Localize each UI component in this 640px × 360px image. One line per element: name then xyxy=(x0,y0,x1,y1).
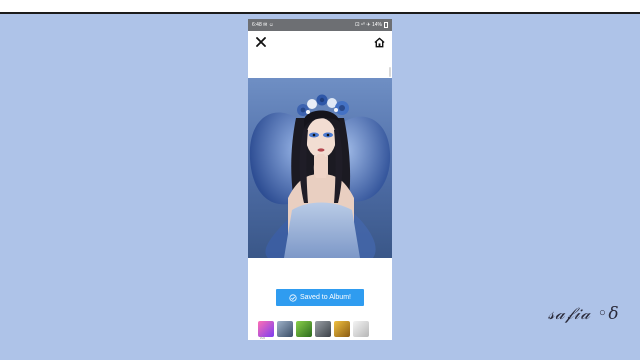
home-icon[interactable] xyxy=(372,35,386,49)
saved-button-label: Saved to Album! xyxy=(300,294,351,301)
status-notification-icons: ✉ ☺ xyxy=(263,22,274,28)
generated-photo xyxy=(248,78,392,258)
ad-app-icon-6[interactable] xyxy=(353,320,369,337)
top-window-bar xyxy=(0,0,640,14)
scrollbar-thumb[interactable] xyxy=(389,67,391,77)
ad-banner xyxy=(248,317,392,340)
status-indicators: ⚀ ⁹⁰ ✈ 14% xyxy=(355,22,382,28)
status-time: 6:48 xyxy=(252,22,262,28)
status-bar: 6:48 ✉ ☺ ⚀ ⁹⁰ ✈ 14% xyxy=(248,19,392,31)
close-icon[interactable] xyxy=(254,35,268,49)
ad-app-icon-4[interactable] xyxy=(315,320,331,337)
ad-app-icon-2[interactable] xyxy=(277,320,293,337)
check-circle-icon xyxy=(289,293,297,302)
ad-label: Ad xyxy=(260,335,265,340)
app-bar xyxy=(248,31,392,53)
status-right: ⚀ ⁹⁰ ✈ 14% xyxy=(355,19,388,31)
battery-icon xyxy=(384,22,388,28)
saved-to-album-button[interactable]: Saved to Album! xyxy=(276,289,364,306)
status-left: 6:48 ✉ ☺ xyxy=(252,19,274,31)
ad-app-icon-5[interactable] xyxy=(334,320,350,337)
signature-watermark: 𝓈𝒶𝒻𝒾𝒶 ◦δ xyxy=(548,304,620,324)
ad-app-icon-3[interactable] xyxy=(296,320,312,337)
phone-screen: 6:48 ✉ ☺ ⚀ ⁹⁰ ✈ 14% Saved to Album! Ad xyxy=(248,19,392,340)
